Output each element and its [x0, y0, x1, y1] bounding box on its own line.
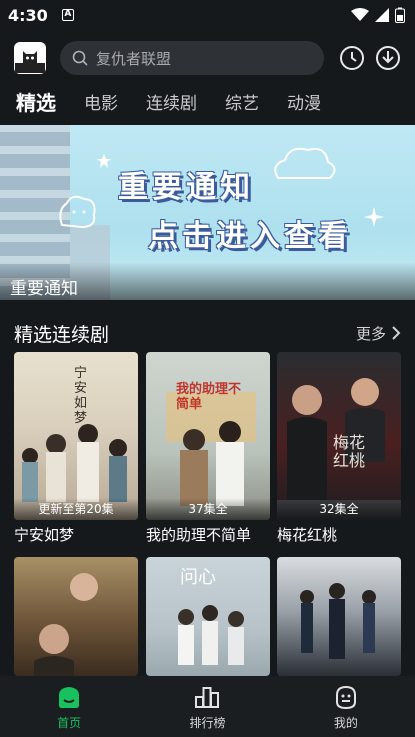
download-icon[interactable]	[375, 45, 401, 71]
episode-badge: 37集全	[146, 498, 270, 520]
tab-featured[interactable]: 精选	[16, 87, 56, 116]
tab-variety[interactable]: 综艺	[225, 89, 259, 114]
poster-card[interactable]	[277, 557, 401, 676]
poster-art-comedy	[166, 392, 256, 506]
nav-profile[interactable]: 我的	[277, 676, 415, 737]
nav-profile-label: 我的	[333, 716, 358, 730]
top-header: 复仇者联盟	[0, 38, 415, 78]
cat-logo-icon	[15, 51, 45, 73]
home-icon	[59, 687, 80, 708]
poster-card[interactable]: 问心	[146, 557, 270, 676]
poster-art-title: 梅花红桃	[333, 433, 366, 470]
tab-anime[interactable]: 动漫	[287, 89, 321, 114]
app-logo[interactable]	[14, 42, 46, 74]
profile-icon	[335, 685, 356, 710]
ranking-icon	[195, 687, 220, 708]
banner-caption: 重要通知	[10, 279, 78, 299]
episode-badge: 32集全	[277, 498, 401, 520]
star-doodle-icon	[97, 154, 111, 168]
nav-home-label: 首页	[57, 716, 82, 730]
tab-movies[interactable]: 电影	[84, 89, 118, 114]
bottom-nav: 首页 排行榜 我的	[0, 676, 415, 737]
poster-art-title: 宁安如梦	[74, 366, 88, 426]
more-link[interactable]: 更多	[356, 323, 401, 344]
status-time: 4:30	[8, 5, 48, 25]
category-tabs: 精选 电影 连续剧 综艺 动漫	[0, 84, 415, 118]
poster-title: 梅花红桃	[277, 526, 338, 544]
cloud-doodle-icon	[59, 195, 96, 229]
poster-art-title: 我的助理不简单	[176, 382, 242, 412]
poster-title: 我的助理不简单	[146, 526, 252, 544]
wifi-icon	[351, 8, 369, 21]
signal-icon	[375, 8, 389, 22]
poster-card[interactable]: 梅花红桃 32集全	[277, 352, 401, 520]
status-bar: 4:30 A	[0, 0, 415, 30]
section-title: 精选连续剧	[14, 323, 110, 346]
search-placeholder: 复仇者联盟	[96, 49, 172, 68]
banner-headline: 重要通知	[118, 170, 254, 205]
banner-subheadline: 点击进入查看	[148, 219, 352, 254]
status-icons	[351, 7, 405, 23]
tab-series[interactable]: 连续剧	[146, 89, 197, 114]
section-header: 精选连续剧 更多	[0, 318, 415, 348]
poster-card[interactable]	[14, 557, 138, 676]
cloud-doodle-icon-right	[274, 147, 336, 179]
more-label: 更多	[355, 324, 386, 343]
battery-icon	[395, 7, 405, 23]
poster-art-title: 问心	[180, 567, 216, 588]
nav-home[interactable]: 首页	[0, 676, 138, 737]
chevron-right-icon	[392, 326, 401, 340]
search-bar[interactable]: 复仇者联盟	[60, 41, 324, 75]
search-icon	[72, 50, 88, 66]
nav-ranking[interactable]: 排行榜	[138, 676, 276, 737]
notification-icon: A	[61, 9, 74, 21]
poster-card[interactable]: 宁安如梦 更新至第20集	[14, 352, 138, 520]
episode-badge: 更新至第20集	[14, 498, 138, 520]
poster-card[interactable]: 我的助理不简单 37集全	[146, 352, 270, 520]
poster-title: 宁安如梦	[14, 526, 75, 544]
poster-art-historical	[300, 583, 376, 659]
nav-ranking-label: 排行榜	[189, 716, 226, 730]
header-actions	[339, 45, 401, 71]
sparkle-icon	[364, 207, 384, 227]
poster-art-romance	[34, 573, 98, 676]
history-icon[interactable]	[339, 45, 365, 71]
